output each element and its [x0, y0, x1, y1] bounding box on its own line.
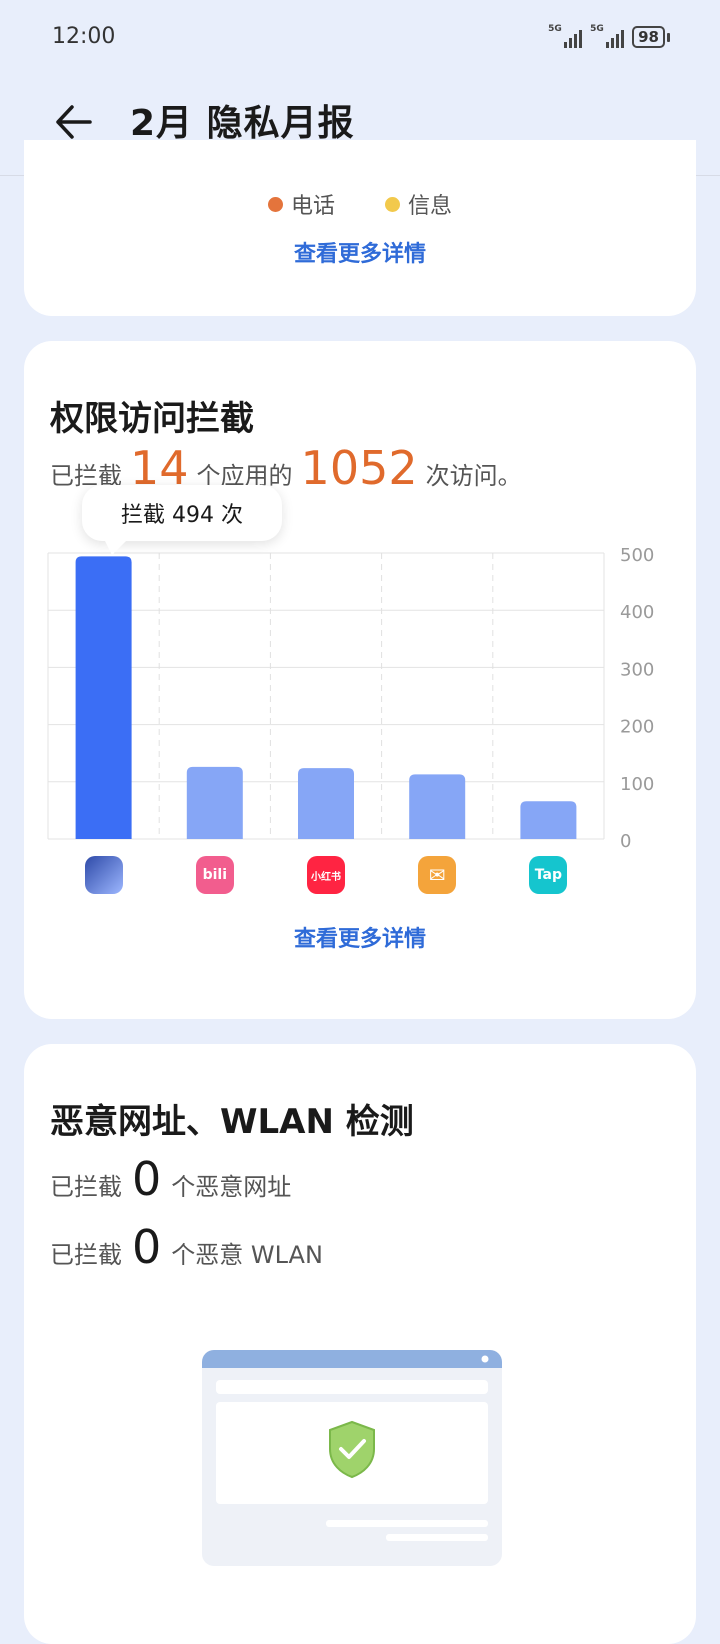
- bar-3: [298, 768, 354, 839]
- battery-level: 98: [632, 26, 665, 48]
- visit-count: 1052: [300, 441, 418, 495]
- legend-dot-message: [385, 196, 400, 212]
- signal-icon-sim1: 5G: [548, 24, 583, 48]
- chart-legend: 电话 信息: [24, 188, 696, 220]
- page-title: 2月 隐私月报: [130, 103, 355, 144]
- url-wlan-card: 恶意网址、WLAN 检测 已拦截 0 个恶意网址 已拦截 0 个恶意 WLAN: [24, 1044, 696, 1644]
- bar-chart: 0 100 200 300 400 500: [47, 545, 654, 851]
- legend-item-phone: 电话: [267, 188, 335, 220]
- bar-4: [409, 774, 466, 839]
- legend-item-message: 信息: [385, 188, 452, 220]
- y-tick-label: 400: [620, 602, 654, 623]
- y-tick-label: 300: [620, 659, 654, 680]
- status-bar: 12:00 5G 5G 98: [0, 0, 720, 80]
- malicious-wlan-count: 0: [132, 1220, 162, 1274]
- malicious-wlan-summary: 已拦截 0 个恶意 WLAN: [50, 1220, 323, 1274]
- call-sms-card: 电话 信息 查看更多详情: [24, 140, 696, 316]
- y-tick-label: 0: [620, 831, 631, 851]
- back-arrow-icon[interactable]: [50, 98, 98, 146]
- security-shield-illustration: [202, 1350, 502, 1566]
- y-tick-label: 500: [620, 545, 654, 566]
- xiaohongshu-icon: 小红书: [307, 856, 345, 894]
- status-time: 12:00: [52, 24, 116, 49]
- legend-dot-phone: [267, 196, 283, 212]
- bar-5: [520, 801, 577, 839]
- bar-1: [75, 556, 132, 839]
- more-details-link-permission[interactable]: 查看更多详情: [24, 921, 696, 953]
- bar-tooltip: 拦截 494 次: [82, 485, 282, 555]
- more-details-link-calls[interactable]: 查看更多详情: [24, 236, 696, 268]
- url-wlan-title: 恶意网址、WLAN 检测: [50, 1102, 414, 1142]
- anime-character-app-icon: [84, 856, 123, 894]
- y-tick-label: 200: [620, 717, 654, 738]
- malicious-url-count: 0: [132, 1152, 162, 1206]
- y-tick-label: 100: [620, 774, 654, 795]
- status-indicators: 5G 5G 98: [548, 24, 670, 48]
- permission-title: 权限访问拦截: [50, 399, 254, 439]
- battery-icon: 98: [632, 26, 670, 48]
- bilibili-icon: bili: [195, 856, 234, 894]
- permission-card: 权限访问拦截 已拦截 14 个应用的 1052 次访问。 0 100 200 300 4…: [24, 341, 696, 1019]
- taptap-icon: Tap: [529, 856, 568, 894]
- mail-icon: ✉: [418, 856, 457, 894]
- bar-2: [186, 766, 243, 839]
- malicious-url-summary: 已拦截 0 个恶意网址: [50, 1152, 292, 1206]
- signal-icon-sim2: 5G: [590, 24, 625, 48]
